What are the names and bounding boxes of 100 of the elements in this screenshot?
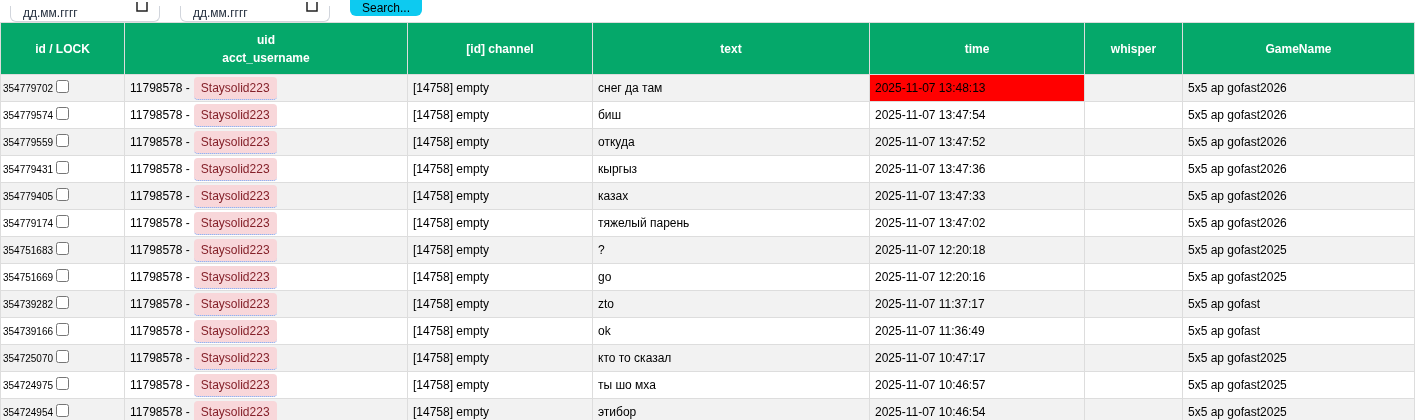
username-badge[interactable]: Staysolid223: [193, 292, 277, 316]
time-cell: 2025-11-07 13:47:36: [869, 155, 1085, 183]
uid-text: 11798578 -: [130, 377, 190, 392]
time-cell: 2025-11-07 10:46:57: [869, 371, 1085, 399]
message-text: zto: [598, 297, 614, 311]
table-cell: 5x5 ap gofast2026: [1188, 135, 1287, 149]
table-cell: 5x5 ap gofast2026: [1188, 189, 1287, 203]
time-cell: 2025-11-07 13:47:02: [869, 209, 1085, 237]
username-badge[interactable]: Staysolid223: [193, 319, 277, 343]
table-cell: 5x5 ap gofast2025: [1188, 378, 1287, 392]
table-cell: [14758] empty: [413, 189, 490, 203]
column-header: id / LOCK: [35, 41, 90, 56]
id-text: 354739166: [3, 326, 54, 337]
id-text: 354739282: [3, 299, 54, 310]
table-cell: 5x5 ap gofast2026: [1188, 81, 1287, 95]
username-badge[interactable]: Staysolid223: [193, 211, 277, 235]
lock-checkbox[interactable]: [56, 404, 70, 417]
lock-checkbox[interactable]: [56, 269, 70, 282]
username-badge[interactable]: Staysolid223: [193, 130, 277, 154]
message-text: этибор: [598, 405, 637, 419]
message-text: снег да там: [598, 81, 663, 95]
id-text: 354779174: [3, 218, 54, 229]
id-text: 354724954: [3, 407, 54, 418]
lock-checkbox[interactable]: [56, 323, 70, 336]
message-text: казах: [598, 189, 629, 203]
id-text: 354751683: [3, 245, 54, 256]
table-cell: 5x5 ap gofast2025: [1188, 405, 1287, 419]
lock-checkbox[interactable]: [56, 242, 70, 255]
table-cell: 5x5 ap gofast: [1188, 324, 1261, 338]
lock-checkbox[interactable]: [56, 215, 70, 228]
lock-checkbox[interactable]: [56, 350, 70, 363]
table-cell: [14758] empty: [413, 270, 490, 284]
id-text: 354725070: [3, 353, 54, 364]
message-text: откуда: [598, 135, 635, 149]
message-text: кыргыз: [598, 162, 638, 176]
id-text: 354779559: [3, 137, 54, 148]
uid-text: 11798578 -: [130, 107, 190, 122]
username-badge[interactable]: Staysolid223: [193, 76, 277, 100]
username-badge[interactable]: Staysolid223: [193, 238, 277, 262]
uid-text: 11798578 -: [130, 242, 190, 257]
username-badge[interactable]: Staysolid223: [193, 103, 277, 127]
column-header: [id] channel: [466, 41, 534, 56]
id-text: 354724975: [3, 380, 54, 391]
username-badge[interactable]: Staysolid223: [193, 184, 277, 208]
lock-checkbox[interactable]: [56, 296, 70, 309]
search-button[interactable]: Search...: [350, 0, 423, 16]
column-header: uid acct_username: [222, 32, 310, 65]
uid-text: 11798578 -: [130, 404, 190, 419]
table-cell: 5x5 ap gofast2026: [1188, 162, 1287, 176]
table-cell: [14758] empty: [413, 216, 490, 230]
time-cell: 2025-11-07 13:47:54: [869, 101, 1085, 129]
lock-checkbox[interactable]: [56, 188, 70, 201]
uid-text: 11798578 -: [130, 323, 190, 338]
username-badge[interactable]: Staysolid223: [193, 373, 277, 397]
time-cell: 2025-11-07 11:37:17: [869, 290, 1085, 318]
uid-text: 11798578 -: [130, 215, 190, 230]
message-text: биш: [598, 108, 622, 122]
username-badge[interactable]: Staysolid223: [193, 346, 277, 370]
table-cell: 5x5 ap gofast2025: [1188, 351, 1287, 365]
time-cell: 2025-11-07 11:36:49: [869, 317, 1085, 345]
column-header: whisper: [1110, 41, 1157, 56]
username-badge[interactable]: Staysolid223: [193, 265, 277, 289]
lock-checkbox[interactable]: [56, 161, 70, 174]
uid-text: 11798578 -: [130, 161, 190, 176]
id-text: 354779574: [3, 110, 54, 121]
calendar-icon: [136, 2, 148, 12]
date-field[interactable]: дд.мм.гггг: [180, 5, 330, 22]
lock-checkbox[interactable]: [56, 377, 70, 390]
uid-text: 11798578 -: [130, 350, 190, 365]
lock-checkbox[interactable]: [56, 107, 70, 120]
uid-text: 11798578 -: [130, 80, 190, 95]
uid-text: 11798578 -: [130, 134, 190, 149]
table-cell: [14758] empty: [413, 108, 490, 122]
table-cell: [14758] empty: [413, 297, 490, 311]
calendar-icon: [306, 2, 318, 12]
uid-text: 11798578 -: [130, 269, 190, 284]
uid-text: 11798578 -: [130, 188, 190, 203]
id-text: 354751669: [3, 272, 54, 283]
column-header: GameName: [1265, 41, 1332, 56]
table-cell: 5x5 ap gofast: [1188, 297, 1261, 311]
time-cell: 2025-11-07 12:20:18: [869, 236, 1085, 264]
table-cell: 5x5 ap gofast2026: [1188, 216, 1287, 230]
lock-checkbox[interactable]: [56, 80, 70, 93]
table-cell: [14758] empty: [413, 135, 490, 149]
date-field[interactable]: дд.мм.гггг: [10, 5, 160, 22]
table-cell: [14758] empty: [413, 162, 490, 176]
id-text: 354779405: [3, 191, 54, 202]
message-text: тяжелый парень: [598, 216, 690, 230]
username-badge[interactable]: Staysolid223: [193, 400, 277, 420]
table-cell: 5x5 ap gofast2026: [1188, 108, 1287, 122]
table-cell: 5x5 ap gofast2025: [1188, 243, 1287, 257]
message-text: ?: [598, 243, 605, 257]
table-cell: [14758] empty: [413, 405, 490, 419]
table-cell: [14758] empty: [413, 81, 490, 95]
table-cell: [14758] empty: [413, 243, 490, 257]
time-cell: 2025-11-07 12:20:16: [869, 263, 1085, 291]
id-text: 354779431: [3, 164, 54, 175]
username-badge[interactable]: Staysolid223: [193, 157, 277, 181]
lock-checkbox[interactable]: [56, 134, 70, 147]
time-cell: 2025-11-07 13:47:52: [869, 128, 1085, 156]
